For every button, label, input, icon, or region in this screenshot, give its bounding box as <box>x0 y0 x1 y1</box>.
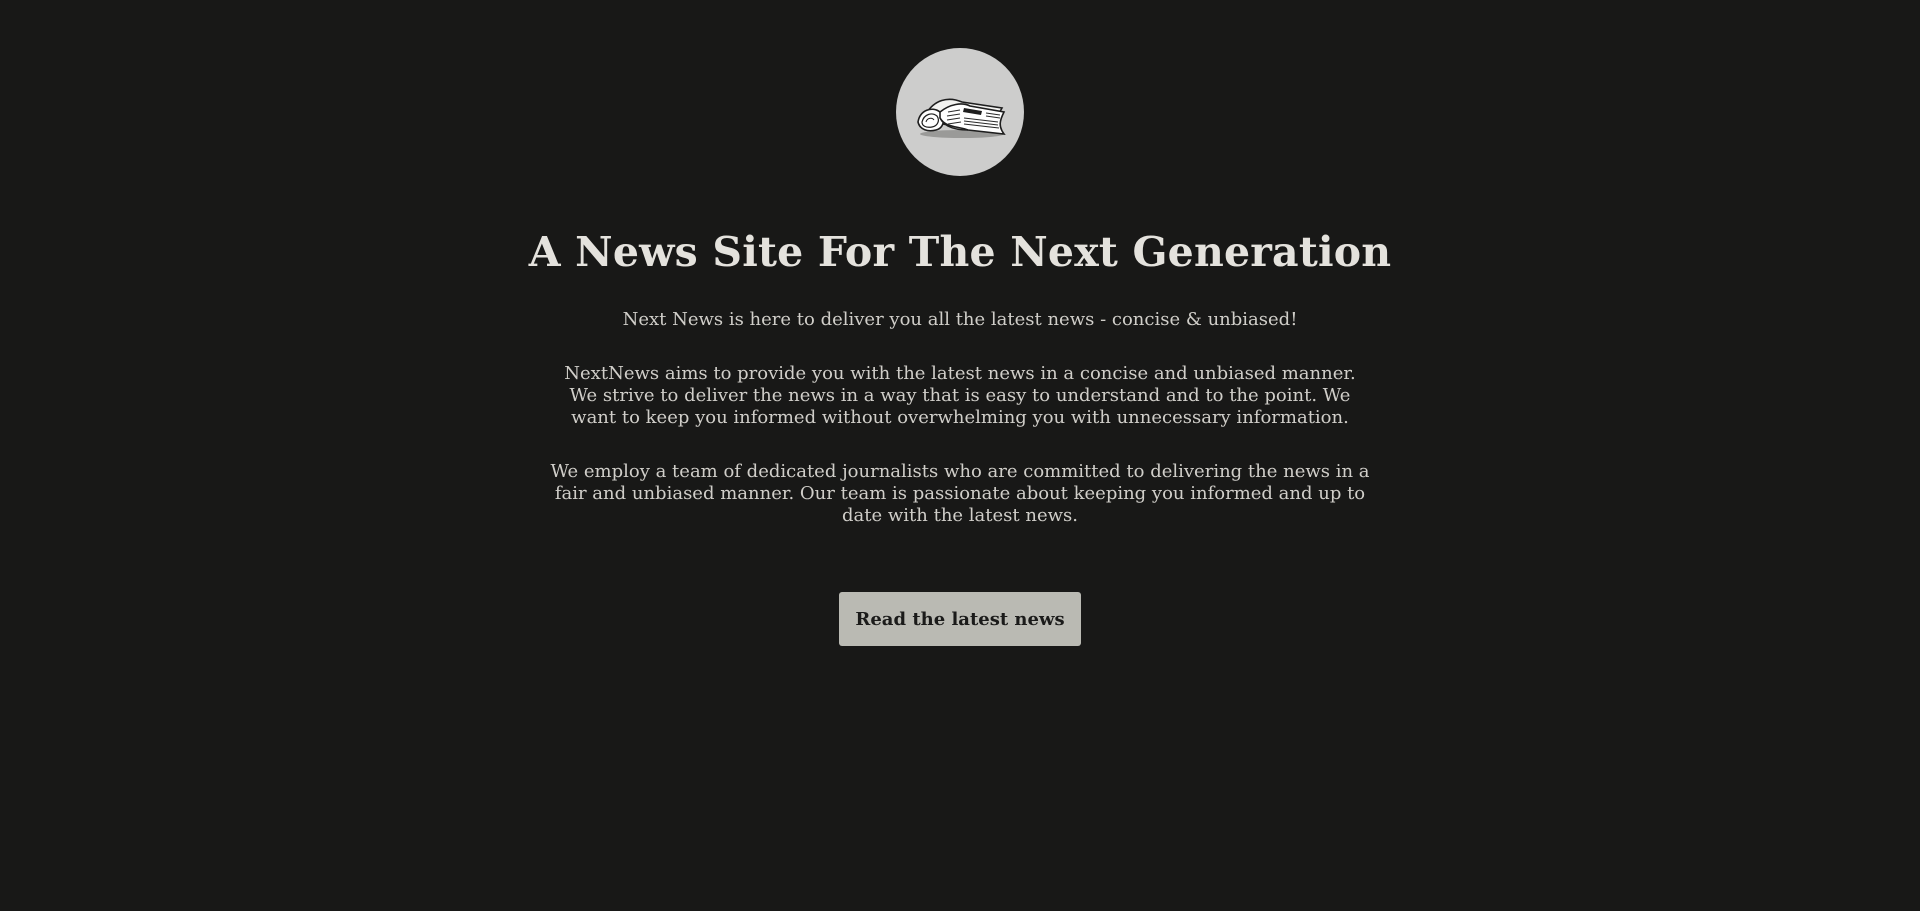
about-paragraph-mission: NextNews aims to provide you with the la… <box>564 363 1356 428</box>
tagline: Next News is here to deliver you all the… <box>622 309 1298 330</box>
read-latest-news-button[interactable]: Read the latest news <box>839 592 1081 646</box>
newspaper-icon <box>917 98 1006 138</box>
page: A News Site For The Next Generation Next… <box>0 0 1920 911</box>
about-paragraph-team: We employ a team of dedicated journalist… <box>550 461 1370 526</box>
logo <box>896 48 1024 176</box>
page-title: A News Site For The Next Generation <box>528 228 1392 276</box>
